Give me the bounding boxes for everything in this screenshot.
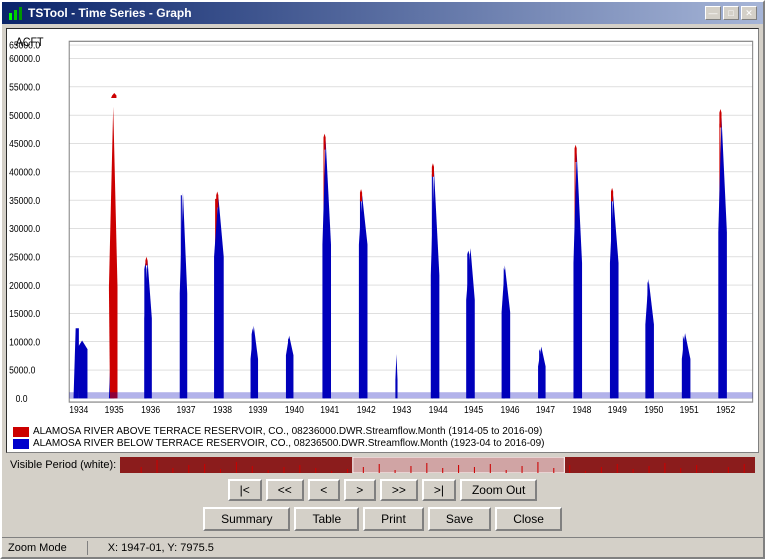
svg-text:1936: 1936 — [141, 405, 160, 416]
svg-text:50000.0: 50000.0 — [9, 110, 40, 121]
svg-text:1934: 1934 — [69, 405, 88, 416]
svg-text:5000.0: 5000.0 — [9, 365, 35, 376]
svg-text:65000.0: 65000.0 — [9, 40, 40, 51]
main-window: TSTool - Time Series - Graph — □ ✕ ACFT — [0, 0, 765, 559]
next-big-button[interactable]: >> — [380, 479, 418, 501]
svg-text:15000.0: 15000.0 — [9, 309, 40, 320]
chart-svg: ACFT 0.0 5000.0 10000.0 1500 — [7, 29, 758, 423]
legend-item-1: ALAMOSA RIVER ABOVE TERRACE RESERVOIR, C… — [13, 426, 752, 437]
svg-text:1944: 1944 — [429, 405, 448, 416]
window-title: TSTool - Time Series - Graph — [28, 6, 192, 20]
svg-text:20000.0: 20000.0 — [9, 280, 40, 291]
svg-text:1946: 1946 — [501, 405, 520, 416]
svg-text:1952: 1952 — [716, 405, 735, 416]
zoom-mode-status: Zoom Mode — [8, 542, 67, 554]
svg-text:25000.0: 25000.0 — [9, 252, 40, 263]
svg-text:1947: 1947 — [536, 405, 555, 416]
minimap-row: Visible Period (white): — [6, 455, 759, 475]
legend-swatch-1 — [13, 427, 29, 437]
svg-text:1939: 1939 — [248, 405, 267, 416]
nav-row: |< << < > >> >| Zoom Out — [6, 477, 759, 503]
svg-text:1938: 1938 — [213, 405, 232, 416]
minimap-bar[interactable] — [120, 457, 755, 473]
svg-text:1948: 1948 — [572, 405, 591, 416]
legend-label-1: ALAMOSA RIVER ABOVE TERRACE RESERVOIR, C… — [33, 426, 542, 437]
svg-text:1941: 1941 — [320, 405, 339, 416]
svg-text:40000.0: 40000.0 — [9, 167, 40, 178]
prev-button[interactable]: < — [308, 479, 340, 501]
svg-text:0.0: 0.0 — [16, 394, 28, 405]
maximize-button[interactable]: □ — [723, 6, 739, 20]
coordinates-status: X: 1947-01, Y: 7975.5 — [108, 542, 214, 554]
svg-text:60000.0: 60000.0 — [9, 54, 40, 65]
prev-big-button[interactable]: << — [266, 479, 304, 501]
svg-text:45000.0: 45000.0 — [9, 139, 40, 150]
title-controls: — □ ✕ — [705, 6, 757, 20]
table-button[interactable]: Table — [294, 507, 359, 531]
svg-text:1949: 1949 — [608, 405, 627, 416]
minimize-button[interactable]: — — [705, 6, 721, 20]
first-button[interactable]: |< — [228, 479, 262, 501]
window-content: ACFT 0.0 5000.0 10000.0 1500 — [2, 24, 763, 537]
next-button[interactable]: > — [344, 479, 376, 501]
svg-text:1940: 1940 — [285, 405, 304, 416]
app-icon — [8, 5, 24, 21]
legend-label-2: ALAMOSA RIVER BELOW TERRACE RESERVOIR, C… — [33, 438, 545, 449]
svg-text:1935: 1935 — [105, 405, 124, 416]
zoom-out-button[interactable]: Zoom Out — [460, 479, 537, 501]
minimap-label: Visible Period (white): — [10, 459, 116, 471]
last-button[interactable]: >| — [422, 479, 456, 501]
svg-text:55000.0: 55000.0 — [9, 82, 40, 93]
close-button[interactable]: Close — [495, 507, 562, 531]
legend-item-2: ALAMOSA RIVER BELOW TERRACE RESERVOIR, C… — [13, 438, 752, 449]
svg-text:1945: 1945 — [464, 405, 483, 416]
legend-swatch-2 — [13, 439, 29, 449]
summary-button[interactable]: Summary — [203, 507, 290, 531]
chart-legend: ALAMOSA RIVER ABOVE TERRACE RESERVOIR, C… — [7, 423, 758, 452]
chart-canvas: ACFT 0.0 5000.0 10000.0 1500 — [7, 29, 758, 423]
status-bar: Zoom Mode X: 1947-01, Y: 7975.5 — [2, 537, 763, 557]
svg-text:1942: 1942 — [357, 405, 376, 416]
svg-text:1950: 1950 — [644, 405, 663, 416]
action-row: Summary Table Print Save Close — [6, 505, 759, 533]
svg-text:1937: 1937 — [177, 405, 196, 416]
print-button[interactable]: Print — [363, 507, 424, 531]
close-button[interactable]: ✕ — [741, 6, 757, 20]
save-button[interactable]: Save — [428, 507, 491, 531]
svg-text:1943: 1943 — [392, 405, 411, 416]
title-bar: TSTool - Time Series - Graph — □ ✕ — [2, 2, 763, 24]
svg-text:30000.0: 30000.0 — [9, 224, 40, 235]
svg-text:10000.0: 10000.0 — [9, 337, 40, 348]
status-divider — [87, 541, 88, 555]
chart-area: ACFT 0.0 5000.0 10000.0 1500 — [6, 28, 759, 453]
svg-text:1951: 1951 — [680, 405, 699, 416]
svg-text:35000.0: 35000.0 — [9, 195, 40, 206]
title-bar-left: TSTool - Time Series - Graph — [8, 5, 192, 21]
